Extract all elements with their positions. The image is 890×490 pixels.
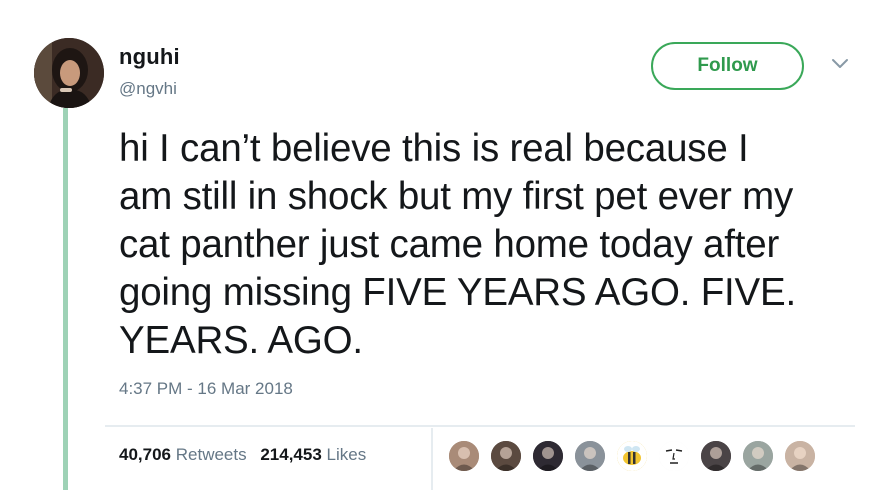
tweet-text-line: am still in shock but my first pet ever … [119, 175, 794, 218]
likes-count: 214,453 [260, 445, 322, 464]
retweets-stat[interactable]: 40,706 Retweets [119, 445, 247, 464]
tweet-text: hi I can’t believe this is real because … [119, 125, 869, 365]
likes-stat[interactable]: 214,453 Likes [260, 445, 366, 464]
thread-line [63, 108, 68, 490]
follow-button[interactable]: Follow [651, 42, 804, 90]
avatar-photo-1[interactable] [447, 439, 481, 473]
profile-photo-icon [34, 38, 104, 108]
retweets-label: Retweets [175, 445, 247, 464]
author-handle[interactable]: @ngvhi [119, 79, 177, 99]
stats-divider [431, 428, 433, 490]
likes-label: Likes [326, 445, 367, 464]
avatar-photo-4[interactable] [573, 439, 607, 473]
avatar-photo-3[interactable] [531, 439, 565, 473]
retweets-count: 40,706 [119, 445, 171, 464]
tweet-stats: 40,706 Retweets 214,453 Likes [119, 445, 366, 465]
avatar-photo-2[interactable] [489, 439, 523, 473]
chevron-down-icon[interactable] [831, 57, 849, 71]
avatar-photo-9[interactable] [783, 439, 817, 473]
author-display-name[interactable]: nguhi [119, 44, 180, 70]
tweet-text-line: hi I can’t believe this is real because … [119, 127, 749, 170]
tweet-text-line: cat panther just came home today after [119, 223, 780, 266]
tweet-timestamp[interactable]: 4:37 PM - 16 Mar 2018 [119, 379, 293, 399]
tweet-text-line: YEARS. AGO. [119, 319, 363, 362]
bee-avatar[interactable] [615, 439, 649, 473]
avatar-photo-7[interactable] [699, 439, 733, 473]
tweet-text-line: going missing FIVE YEARS AGO. FIVE. [119, 271, 796, 314]
face-drawing-avatar[interactable] [657, 439, 691, 473]
author-avatar[interactable] [34, 38, 104, 108]
avatar-photo-8[interactable] [741, 439, 775, 473]
divider-top [105, 425, 855, 427]
